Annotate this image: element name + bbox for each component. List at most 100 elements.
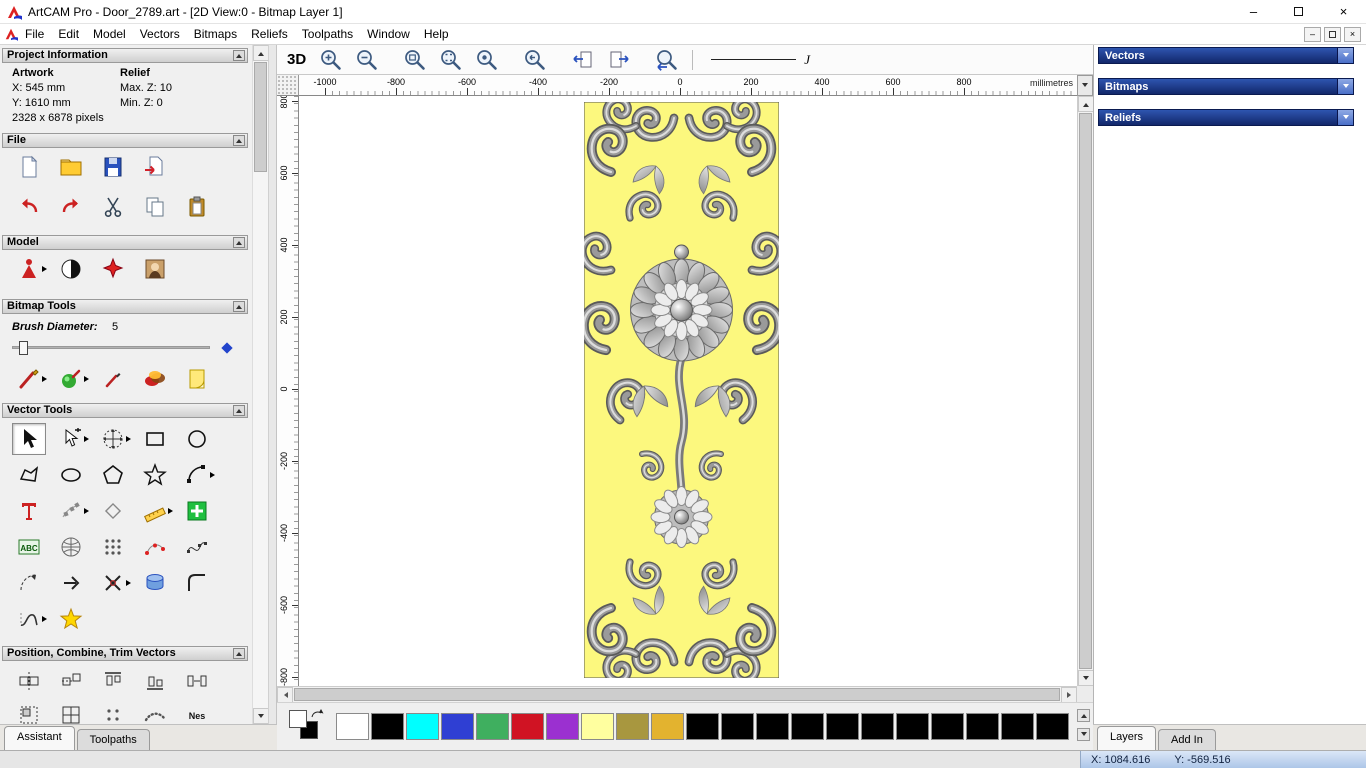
- mesh-grid-icon[interactable]: [54, 531, 88, 563]
- primary-color-swatch[interactable]: [289, 710, 307, 728]
- tab-layers[interactable]: Layers: [1097, 726, 1157, 750]
- save-icon[interactable]: [96, 151, 130, 183]
- minimize-button[interactable]: –: [1231, 0, 1276, 23]
- scroll-left-button[interactable]: [277, 687, 293, 703]
- brush-red-icon[interactable]: [12, 363, 47, 395]
- scroll-up-button[interactable]: [1078, 96, 1094, 112]
- menu-edit[interactable]: Edit: [51, 25, 86, 43]
- star-yellow-icon[interactable]: [54, 603, 88, 635]
- select-arrow-icon[interactable]: [12, 423, 46, 455]
- palette-swatch[interactable]: [1036, 713, 1069, 740]
- palette-swatch[interactable]: [896, 713, 929, 740]
- transform-icon[interactable]: [96, 423, 131, 455]
- model-size-icon[interactable]: [12, 253, 47, 285]
- palette-swatch[interactable]: [441, 713, 474, 740]
- mdi-restore-button[interactable]: [1324, 26, 1341, 42]
- ellipse-tool-icon[interactable]: [54, 459, 88, 491]
- palette-swatch[interactable]: [336, 713, 369, 740]
- palette-swatch[interactable]: [511, 713, 544, 740]
- dot-array-sm-icon[interactable]: [96, 699, 130, 724]
- circle-tool-icon[interactable]: [180, 423, 214, 455]
- menu-file[interactable]: File: [18, 25, 51, 43]
- align-sides-icon[interactable]: [180, 665, 214, 697]
- mdi-minimize-button[interactable]: –: [1304, 26, 1321, 42]
- palette-swatch[interactable]: [861, 713, 894, 740]
- vectors-dropdown-button[interactable]: [1337, 48, 1353, 63]
- tab-toolpaths[interactable]: Toolpaths: [76, 729, 150, 750]
- fillet-icon[interactable]: [180, 567, 214, 599]
- menu-bitmaps[interactable]: Bitmaps: [187, 25, 244, 43]
- text-flow-icon[interactable]: [54, 495, 89, 527]
- palette-scroll-down-button[interactable]: [1077, 728, 1090, 741]
- panel-splitter[interactable]: [268, 45, 277, 724]
- mag-plus-icon[interactable]: [314, 44, 348, 76]
- hscroll-thumb[interactable]: [294, 688, 1060, 701]
- mag-page-icon[interactable]: [398, 44, 432, 76]
- palette-swatch[interactable]: [1001, 713, 1034, 740]
- offset-shape-icon[interactable]: [96, 495, 130, 527]
- nest-icon[interactable]: [180, 699, 214, 724]
- primary-secondary-color-indicator[interactable]: [289, 709, 325, 744]
- redo-icon[interactable]: [54, 191, 88, 223]
- palette-swatch[interactable]: [686, 713, 719, 740]
- menu-model[interactable]: Model: [86, 25, 133, 43]
- palette-swatch[interactable]: [546, 713, 579, 740]
- bitmaps-dropdown-button[interactable]: [1337, 79, 1353, 94]
- palette-swatch[interactable]: [476, 713, 509, 740]
- texture-icon[interactable]: [138, 253, 172, 285]
- mag-prev-icon[interactable]: [518, 44, 552, 76]
- polygon-tool-icon[interactable]: [96, 459, 130, 491]
- trim-cut-icon[interactable]: [96, 567, 131, 599]
- palette-swatch[interactable]: [931, 713, 964, 740]
- doc-arrow-r-icon[interactable]: [602, 44, 636, 76]
- invert-bw-icon[interactable]: [54, 253, 88, 285]
- tab-add-in[interactable]: Add In: [1158, 729, 1216, 750]
- collapse-file-button[interactable]: [233, 135, 245, 146]
- vertical-scrollbar[interactable]: [1077, 96, 1094, 686]
- measure-icon[interactable]: [138, 495, 173, 527]
- vectors-section-header[interactable]: Vectors: [1098, 47, 1354, 64]
- palette-scroll-up-button[interactable]: [1077, 709, 1090, 722]
- menu-help[interactable]: Help: [417, 25, 456, 43]
- copy-icon[interactable]: [138, 191, 172, 223]
- curve-dots-icon[interactable]: [138, 699, 172, 724]
- scroll-right-button[interactable]: [1061, 687, 1077, 703]
- mag-obj-icon[interactable]: [470, 44, 504, 76]
- align-center-h-icon[interactable]: [12, 665, 46, 697]
- mag-fit-icon[interactable]: [434, 44, 468, 76]
- reliefs-dropdown-button[interactable]: [1337, 110, 1353, 125]
- rect-tool-icon[interactable]: [138, 423, 172, 455]
- menu-toolpaths[interactable]: Toolpaths: [295, 25, 360, 43]
- tab-assistant[interactable]: Assistant: [4, 726, 75, 750]
- mag-minus-icon[interactable]: [350, 44, 384, 76]
- scroll-down-button[interactable]: [1078, 670, 1094, 686]
- palette-swatch[interactable]: [581, 713, 614, 740]
- slider-handle[interactable]: [19, 341, 28, 355]
- arrow-tool-icon[interactable]: [54, 567, 88, 599]
- brush-small-icon[interactable]: [96, 363, 130, 395]
- palette-swatch[interactable]: [651, 713, 684, 740]
- doc-arrow-l-icon[interactable]: [566, 44, 600, 76]
- page-flip-icon[interactable]: [180, 363, 214, 395]
- align-center-v-icon[interactable]: [54, 665, 88, 697]
- mag-arrow-icon[interactable]: [650, 44, 684, 76]
- abc-block-icon[interactable]: [12, 531, 46, 563]
- palette-swatch[interactable]: [826, 713, 859, 740]
- menu-reliefs[interactable]: Reliefs: [244, 25, 295, 43]
- node-edit-icon[interactable]: [54, 423, 89, 455]
- scroll-up-button[interactable]: [253, 45, 268, 61]
- star-tool-icon[interactable]: [138, 459, 172, 491]
- collapse-vector-button[interactable]: [233, 405, 245, 416]
- palette-swatch[interactable]: [721, 713, 754, 740]
- align-grid-icon[interactable]: [54, 699, 88, 724]
- mdi-close-button[interactable]: ×: [1344, 26, 1361, 42]
- import-icon[interactable]: [138, 151, 172, 183]
- text-tool-icon[interactable]: [12, 495, 46, 527]
- scroll-down-button[interactable]: [253, 708, 268, 724]
- arc-tool-icon[interactable]: [180, 459, 215, 491]
- curve-nodes-icon[interactable]: [180, 531, 214, 563]
- palette-swatch[interactable]: [756, 713, 789, 740]
- menu-vectors[interactable]: Vectors: [133, 25, 187, 43]
- sphere-brush-icon[interactable]: [54, 363, 89, 395]
- polyline-tool-icon[interactable]: [12, 459, 46, 491]
